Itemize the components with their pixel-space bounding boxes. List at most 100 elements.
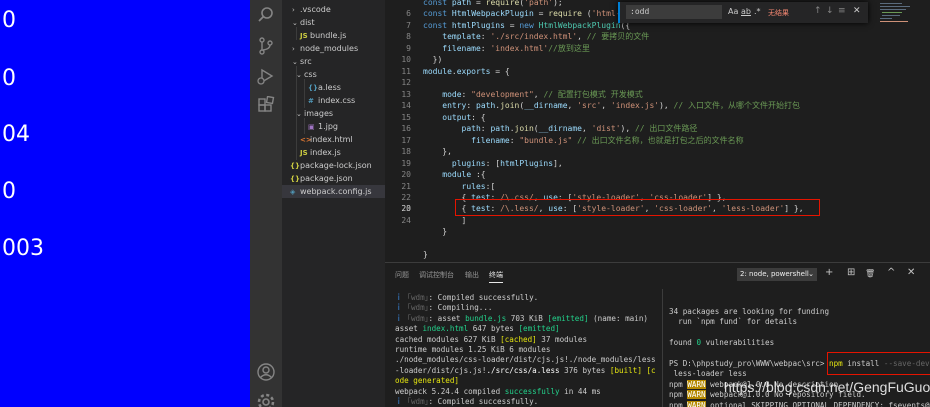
code-line: ]: [423, 216, 467, 225]
code-line: filename: 'index.html'//放到这里: [442, 44, 590, 53]
line-number: 11: [401, 67, 411, 76]
code-line: entry: path.join(__dirname, 'src', 'inde…: [442, 101, 800, 110]
webpack-file-icon: ◈: [290, 188, 296, 196]
activity-bar: [250, 0, 282, 407]
line-number: 8: [406, 32, 411, 41]
highlight-annotation: [455, 199, 820, 216]
chevron-down-icon: ⌄: [808, 270, 814, 278]
preview-line: 0: [2, 66, 16, 91]
terminal-left-output[interactable]: ｉ ｢wdm｣: Compiled successfully. ｉ ｢wdm｣:…: [395, 293, 656, 407]
tree-file-1-jpg[interactable]: ▣ 1.jpg: [308, 120, 338, 133]
code-line: }): [423, 55, 443, 64]
extensions-icon[interactable]: [256, 95, 276, 116]
line-number: 12: [401, 78, 411, 87]
regex-toggle[interactable]: .*: [754, 7, 761, 16]
tree-item-label: package.json: [300, 174, 353, 183]
code-line: template: './src/index.html', // 要拷贝的文件: [442, 32, 650, 41]
tree-file-index-js[interactable]: JS index.js: [300, 146, 341, 159]
close-panel-button[interactable]: ✕: [907, 267, 915, 278]
maximize-panel-button[interactable]: ^: [887, 267, 895, 278]
tab-terminal[interactable]: 终端: [489, 270, 503, 283]
terminal-split-divider[interactable]: [662, 289, 663, 407]
line-number: 24: [401, 216, 411, 225]
tree-item-label: images: [304, 109, 334, 118]
tree-item-label: node_modules: [300, 44, 359, 53]
terminal-select[interactable]: 2: node, powershell ⌄: [737, 268, 817, 281]
tree-folder-css[interactable]: ⌄ css: [296, 68, 317, 81]
tree-item-label: src: [300, 57, 312, 66]
tree-file-package-lock-json[interactable]: {}package-lock.json: [290, 159, 372, 172]
tree-file-a-less[interactable]: {}a.less: [308, 81, 341, 94]
close-find-button[interactable]: ✕: [853, 6, 861, 16]
tree-item-label: index.html: [310, 135, 353, 144]
add-terminal-button[interactable]: +: [825, 267, 833, 278]
tree-file-package-json[interactable]: {}package.json: [290, 172, 353, 185]
line-number: 15: [401, 113, 411, 122]
code-line: }: [423, 250, 428, 259]
tab-debug-console[interactable]: 调试控制台: [419, 270, 454, 280]
whole-word-toggle[interactable]: ab: [741, 7, 751, 16]
source-control-icon[interactable]: [256, 36, 276, 56]
file-explorer: › .vscode ⌄ dist JS bundle.js › node_modules…: [282, 0, 385, 407]
code-line: const HtmlWebpackPlugin = require ('html…: [423, 9, 626, 18]
gear-icon[interactable]: [256, 392, 276, 407]
terminal-select-value: 2: node, powershell: [740, 270, 809, 278]
code-line: const htmlPlugins = new HtmlWebpackPlugi…: [423, 21, 631, 30]
previous-match-button[interactable]: ↑: [814, 6, 822, 16]
line-number-current: 20: [401, 204, 411, 213]
find-in-selection-button[interactable]: ≡: [838, 6, 846, 16]
tree-item-label: bundle.js: [310, 31, 347, 40]
tree-folder-vscode[interactable]: › .vscode: [292, 3, 331, 16]
run-debug-icon[interactable]: [256, 66, 276, 86]
find-input[interactable]: :odd: [626, 5, 722, 19]
tab-problems[interactable]: 问题: [395, 270, 409, 280]
tree-item-label: .vscode: [300, 5, 331, 14]
find-result-count: 无结果: [768, 9, 789, 17]
tree-folder-dist[interactable]: ⌄ dist: [292, 16, 315, 29]
minimap[interactable]: [876, 0, 930, 262]
line-number: 17: [401, 136, 411, 145]
tree-item-label: package-lock.json: [300, 161, 372, 170]
tree-item-label: a.less: [318, 83, 341, 92]
tree-file-index-css[interactable]: # index.css: [308, 94, 355, 107]
tree-item-label: css: [304, 70, 317, 79]
line-number: 10: [401, 55, 411, 64]
code-line: path: path.join(__dirname, 'dist'), // 出…: [461, 124, 698, 133]
code-line: plugins: [htmlPlugins],: [451, 159, 563, 168]
trash-icon[interactable]: 🗑: [865, 269, 875, 278]
code-editor[interactable]: 6 7 8 9 10 11 12 13 14 15 16 17 18 19 20…: [385, 0, 930, 262]
line-number: 6: [406, 9, 411, 18]
line-number: 18: [401, 147, 411, 156]
account-icon[interactable]: [256, 362, 276, 382]
line-number: 14: [401, 101, 411, 110]
tree-file-index-html[interactable]: <>index.html: [300, 133, 353, 146]
next-match-button[interactable]: ↓: [826, 6, 834, 16]
tree-item-label: 1.jpg: [318, 122, 339, 131]
tree-file-bundle-js[interactable]: JS bundle.js: [300, 29, 346, 42]
code-line: }: [423, 227, 448, 236]
match-case-toggle[interactable]: Aa: [728, 7, 738, 16]
preview-line: 003: [2, 236, 44, 261]
tree-folder-src[interactable]: ⌄ src: [292, 55, 312, 68]
line-number: 16: [401, 124, 411, 133]
preview-line: 04: [2, 122, 30, 147]
highlight-annotation: [827, 352, 930, 375]
tab-output[interactable]: 输出: [465, 270, 479, 280]
tree-folder-images[interactable]: ⌄ images: [296, 107, 333, 120]
chevron-down-icon: ⌄: [296, 110, 302, 118]
chevron-down-icon: ⌄: [292, 19, 298, 27]
code-line: const path = require('path');: [423, 0, 563, 7]
line-number: 21: [401, 182, 411, 191]
line-number: 20: [401, 170, 411, 179]
tree-item-label: dist: [300, 18, 315, 27]
preview-line: 0: [2, 179, 16, 204]
tree-file-webpack-config-js[interactable]: ◈ webpack.config.js: [282, 185, 385, 198]
find-widget: :odd Aa ab .* 无结果 ↑ ↓ ≡ ✕: [618, 2, 868, 23]
tree-folder-node-modules[interactable]: › node_modules: [292, 42, 358, 55]
search-icon[interactable]: [256, 5, 276, 25]
split-terminal-button[interactable]: ⊞: [847, 267, 855, 278]
line-number: 19: [401, 159, 411, 168]
code-line: filename: "bundle.js" // 出口文件名称，也就是打包之后的…: [471, 136, 744, 145]
tree-item-label: webpack.config.js: [300, 187, 372, 196]
browser-preview: 0 0 04 0 003: [0, 0, 250, 407]
